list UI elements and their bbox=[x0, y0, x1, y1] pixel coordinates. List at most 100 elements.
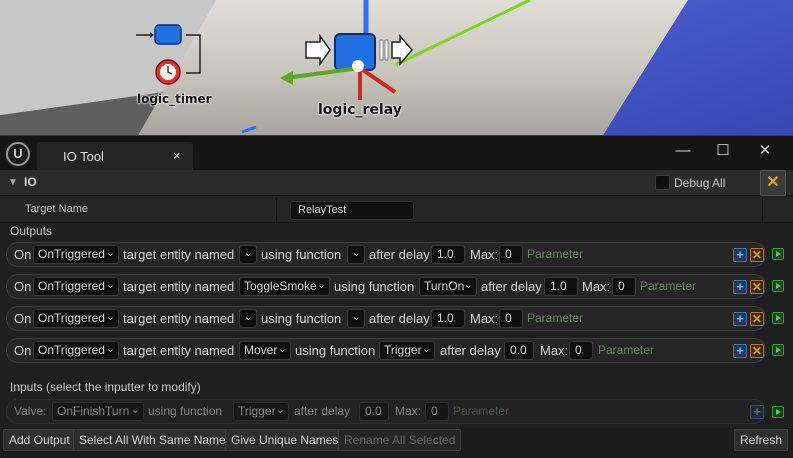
using-function-label: using function bbox=[295, 343, 376, 358]
target-select[interactable]: Mover ⌄ bbox=[239, 341, 291, 360]
using-function-label: using function bbox=[261, 311, 342, 326]
target-entity-label: target entity named bbox=[123, 247, 235, 262]
max-label: Max: bbox=[582, 279, 611, 294]
transform-gizmo[interactable] bbox=[0, 0, 793, 140]
event-select[interactable]: OnTriggered ⌄ bbox=[33, 245, 119, 264]
refresh-button[interactable]: Refresh bbox=[734, 429, 789, 451]
add-icon[interactable]: + bbox=[733, 312, 747, 326]
delete-icon[interactable]: ✕ bbox=[750, 280, 764, 294]
delete-icon[interactable]: ✕ bbox=[750, 312, 764, 326]
delay-input[interactable]: 1.0 bbox=[431, 309, 465, 328]
target-select[interactable]: ⌄ bbox=[239, 245, 257, 264]
after-delay-label: after delay bbox=[294, 404, 351, 418]
add-icon[interactable]: + bbox=[750, 405, 764, 419]
function-value: Trigger bbox=[238, 404, 276, 418]
function-select[interactable]: ⌄ bbox=[347, 245, 365, 264]
go-to-output-icon[interactable] bbox=[772, 344, 784, 356]
add-icon[interactable]: + bbox=[733, 280, 747, 294]
target-select[interactable]: ⌄ bbox=[239, 309, 257, 328]
rename-all-selected-button[interactable]: Rename All Selected bbox=[338, 429, 462, 451]
function-select[interactable]: ⌄ bbox=[347, 309, 365, 328]
function-select[interactable]: TurnOn ⌄ bbox=[419, 277, 477, 296]
go-to-output-icon[interactable] bbox=[772, 280, 784, 292]
target-name-input[interactable]: RelayTest bbox=[290, 201, 414, 220]
event-value: OnTriggered bbox=[38, 343, 105, 357]
collapse-chevron-icon[interactable]: ▼ bbox=[8, 177, 18, 188]
target-value: Mover bbox=[244, 343, 278, 357]
using-function-label: using function bbox=[261, 247, 342, 262]
chevron-down-icon: ⌄ bbox=[316, 279, 326, 291]
maximize-button[interactable]: ☐ bbox=[708, 140, 738, 164]
delay-input[interactable]: 0.0 bbox=[504, 341, 534, 360]
max-input[interactable]: 0 bbox=[569, 341, 593, 360]
output-row: On OnTriggered ⌄ target entity named ⌄ us… bbox=[6, 242, 766, 267]
delay-input[interactable]: 1.0 bbox=[544, 277, 578, 296]
input-event-select[interactable]: OnFinishTurn ⌄ bbox=[52, 402, 144, 421]
max-input[interactable]: 0 bbox=[612, 277, 636, 296]
chevron-down-icon: ⌄ bbox=[243, 247, 253, 259]
target-select[interactable]: ToggleSmoke ⌄ bbox=[239, 277, 330, 296]
io-section-title: IO bbox=[24, 175, 37, 189]
outputs-label: Outputs bbox=[10, 224, 53, 238]
parameter-input[interactable]: Parameter bbox=[527, 245, 583, 264]
debug-all-label: Debug All bbox=[674, 176, 726, 190]
io-tool-window: U IO Tool × — ☐ ✕ ▼ IO Debug All ✕ Targe… bbox=[0, 135, 793, 458]
inputs-label: Inputs (select the inputter to modify) bbox=[10, 380, 201, 394]
tab-io-tool[interactable]: IO Tool × bbox=[37, 142, 193, 170]
delete-icon[interactable]: ✕ bbox=[750, 344, 764, 358]
close-window-button[interactable]: ✕ bbox=[750, 140, 780, 164]
target-entity-label: target entity named bbox=[123, 343, 235, 358]
output-row: On OnTriggered ⌄ target entity named ⌄ us… bbox=[6, 306, 766, 331]
close-tab-icon[interactable]: × bbox=[173, 148, 181, 163]
io-section-header[interactable]: ▼ IO Debug All ✕ bbox=[0, 170, 793, 196]
on-label: On bbox=[14, 247, 32, 262]
title-bar[interactable]: U IO Tool × — ☐ ✕ bbox=[0, 136, 793, 170]
chevron-down-icon: ⌄ bbox=[351, 247, 361, 259]
minimize-button[interactable]: — bbox=[668, 140, 698, 164]
chevron-down-icon: ⌄ bbox=[351, 311, 361, 323]
event-select[interactable]: OnTriggered ⌄ bbox=[33, 309, 119, 328]
add-icon[interactable]: + bbox=[733, 344, 747, 358]
chevron-down-icon: ⌄ bbox=[243, 311, 253, 323]
logic-timer-label: logic_timer bbox=[137, 92, 212, 106]
give-unique-names-button[interactable]: Give Unique Names bbox=[225, 429, 345, 451]
clear-io-button[interactable]: ✕ bbox=[760, 170, 786, 196]
event-select[interactable]: OnTriggered ⌄ bbox=[33, 341, 119, 360]
target-name-row: Target Name RelayTest bbox=[0, 197, 793, 223]
chevron-down-icon: ⌄ bbox=[105, 311, 115, 323]
add-icon[interactable]: + bbox=[733, 248, 747, 262]
output-row: On OnTriggered ⌄ target entity named Move… bbox=[6, 338, 766, 363]
go-to-output-icon[interactable] bbox=[772, 248, 784, 260]
go-to-input-icon[interactable] bbox=[772, 406, 784, 418]
function-value: TurnOn bbox=[424, 279, 465, 293]
max-label: Max: bbox=[470, 247, 499, 262]
delete-icon[interactable]: ✕ bbox=[750, 248, 764, 262]
using-function-label: using function bbox=[334, 279, 415, 294]
go-to-output-icon[interactable] bbox=[772, 312, 784, 324]
input-max-input[interactable]: 0 bbox=[425, 402, 449, 421]
column-divider[interactable] bbox=[276, 197, 277, 223]
logic-relay-icon bbox=[280, 0, 413, 100]
max-label: Max: bbox=[470, 311, 499, 326]
debug-all-checkbox[interactable] bbox=[655, 175, 670, 190]
after-delay-label: after delay bbox=[369, 311, 430, 326]
function-select[interactable]: Trigger ⌄ bbox=[379, 341, 435, 360]
input-function-select[interactable]: Trigger ⌄ bbox=[233, 402, 289, 421]
parameter-input[interactable]: Parameter bbox=[527, 309, 583, 328]
max-input[interactable]: 0 bbox=[499, 309, 523, 328]
select-all-same-name-button[interactable]: Select All With Same Name bbox=[73, 429, 232, 451]
after-delay-label: after delay bbox=[369, 247, 430, 262]
max-input[interactable]: 0 bbox=[499, 245, 523, 264]
unreal-logo-icon: U bbox=[6, 142, 30, 166]
add-output-button[interactable]: Add Output bbox=[3, 429, 76, 451]
input-parameter-input[interactable]: Parameter bbox=[453, 402, 509, 421]
event-value: OnFinishTurn bbox=[57, 404, 130, 418]
delay-input[interactable]: 1.0 bbox=[431, 245, 465, 264]
parameter-input[interactable]: Parameter bbox=[640, 277, 696, 296]
event-select[interactable]: OnTriggered ⌄ bbox=[33, 277, 119, 296]
target-value: ToggleSmoke bbox=[244, 279, 317, 293]
level-viewport[interactable]: logic_timer logic_relay bbox=[0, 0, 793, 140]
on-label: On bbox=[14, 343, 32, 358]
parameter-input[interactable]: Parameter bbox=[598, 341, 654, 360]
input-delay-input[interactable]: 0.0 bbox=[359, 402, 389, 421]
